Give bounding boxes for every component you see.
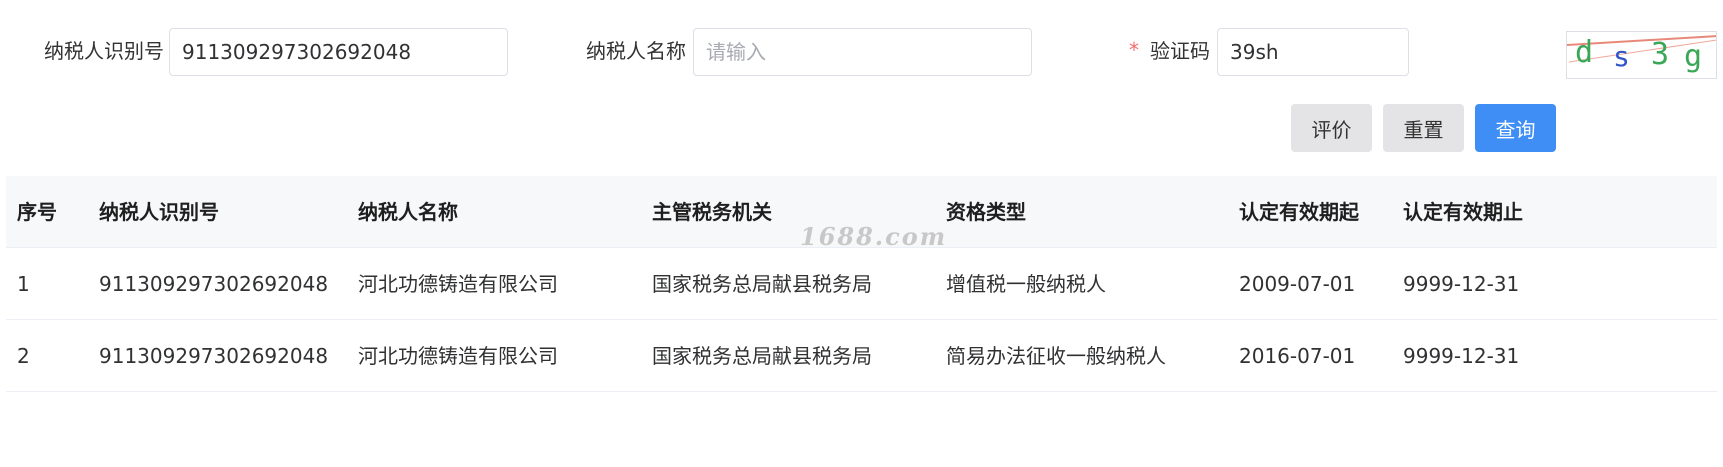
captcha-char-4: g	[1684, 39, 1702, 74]
taxpayer-name-input[interactable]	[693, 28, 1032, 76]
header-taxpayer-name: 纳税人名称	[358, 200, 458, 224]
cell-valid-to: 9999-12-31	[1403, 272, 1520, 296]
results-table: 序号 纳税人识别号 纳税人名称 主管税务机关 资格类型 认定有效期起 认定有效期…	[6, 176, 1717, 392]
cell-tax-authority: 国家税务总局献县税务局	[652, 344, 872, 368]
cell-valid-from: 2016-07-01	[1239, 344, 1356, 368]
cell-valid-from: 2009-07-01	[1239, 272, 1356, 296]
watermark: 1688.com	[800, 222, 948, 251]
table-row: 1 911309297302692048 河北功德铸造有限公司 国家税务总局献县…	[6, 248, 1717, 320]
header-index: 序号	[17, 200, 57, 224]
cell-valid-to: 9999-12-31	[1403, 344, 1520, 368]
cell-qualification-type: 简易办法征收一般纳税人	[946, 344, 1166, 368]
taxpayer-id-label: 纳税人识别号	[44, 39, 164, 63]
captcha-label: 验证码	[1150, 39, 1210, 63]
cell-taxpayer-id: 911309297302692048	[99, 344, 329, 368]
taxpayer-id-input[interactable]	[169, 28, 508, 76]
captcha-char-2: s	[1613, 40, 1630, 73]
reset-button[interactable]: 重置	[1383, 104, 1464, 152]
header-valid-from: 认定有效期起	[1239, 200, 1359, 224]
captcha-char-3: 3	[1651, 37, 1669, 72]
cell-taxpayer-name: 河北功德铸造有限公司	[358, 344, 558, 368]
taxpayer-name-label: 纳税人名称	[586, 39, 686, 63]
table-row: 2 911309297302692048 河北功德铸造有限公司 国家税务总局献县…	[6, 320, 1717, 392]
captcha-input[interactable]	[1217, 28, 1409, 76]
required-asterisk: *	[1129, 38, 1139, 62]
query-button[interactable]: 查询	[1475, 104, 1556, 152]
cell-taxpayer-name: 河北功德铸造有限公司	[358, 272, 558, 296]
evaluate-button[interactable]: 评价	[1291, 104, 1372, 152]
cell-taxpayer-id: 911309297302692048	[99, 272, 329, 296]
cell-qualification-type: 增值税一般纳税人	[946, 272, 1106, 296]
captcha-image-graphic: d s 3 g	[1567, 35, 1716, 74]
captcha-char-1: d	[1575, 35, 1593, 70]
cell-index: 1	[17, 272, 30, 296]
header-qualification-type: 资格类型	[946, 200, 1026, 224]
header-taxpayer-id: 纳税人识别号	[99, 200, 219, 224]
header-tax-authority: 主管税务机关	[652, 200, 772, 224]
cell-index: 2	[17, 344, 30, 368]
header-valid-to: 认定有效期止	[1403, 200, 1523, 224]
captcha-image[interactable]: d s 3 g	[1566, 31, 1717, 79]
cell-tax-authority: 国家税务总局献县税务局	[652, 272, 872, 296]
